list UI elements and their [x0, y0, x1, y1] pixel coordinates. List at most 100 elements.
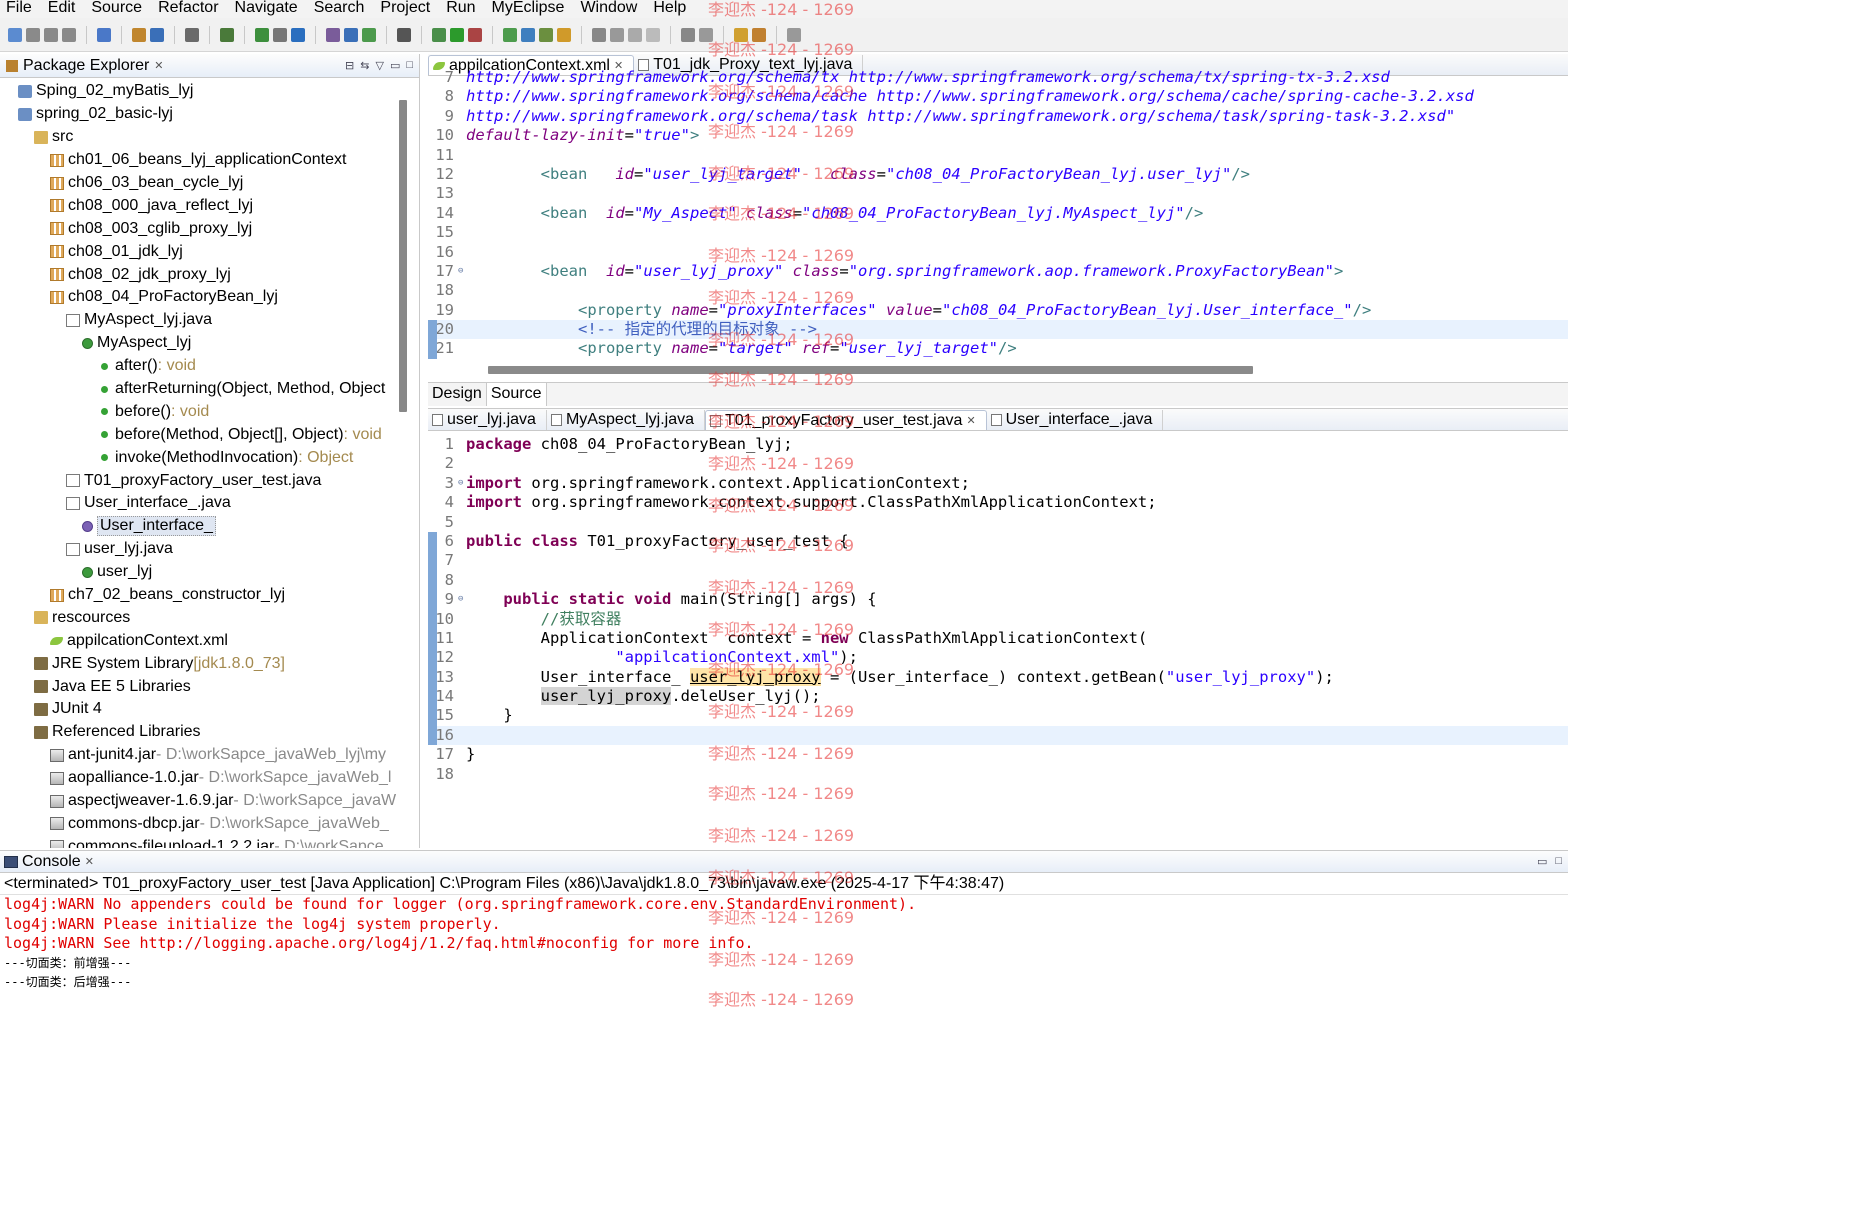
tree-item[interactable]: MyAspect_lyj.java [0, 309, 419, 332]
menu-project[interactable]: Project [374, 0, 440, 17]
editor-tab[interactable]: user_lyj.java [428, 410, 547, 430]
tree-item[interactable]: T01_proxyFactory_user_test.java [0, 469, 419, 492]
close-icon[interactable]: ✕ [154, 59, 163, 72]
toolbar-button-icon[interactable] [291, 27, 305, 42]
menu-help[interactable]: Help [647, 0, 696, 17]
tree-item[interactable]: after() : void [0, 355, 419, 378]
tree-item[interactable]: ch08_04_ProFactoryBean_lyj [0, 286, 419, 309]
toolbar-button-icon[interactable] [752, 27, 766, 42]
toolbar-button-icon[interactable] [503, 27, 517, 42]
menu-file[interactable]: File [0, 0, 42, 17]
tree-item[interactable]: User_interface_ [0, 515, 419, 538]
tree-item[interactable]: commons-fileupload-1.2.2.jar - D:\workSa… [0, 835, 419, 848]
toolbar-button-icon[interactable] [450, 27, 464, 42]
tree-item[interactable]: before() : void [0, 400, 419, 423]
tree-item[interactable]: Java EE 5 Libraries [0, 675, 419, 698]
editor-tab[interactable]: T01_proxyFactory_user_test.java ✕ [704, 410, 987, 430]
menu-search[interactable]: Search [308, 0, 375, 17]
toolbar-button-icon[interactable] [255, 27, 269, 42]
tree-item[interactable]: ch08_003_cglib_proxy_lyj [0, 217, 419, 240]
tree-item[interactable]: rescources [0, 606, 419, 629]
toolbar-button-icon[interactable] [8, 27, 22, 42]
toolbar-button-icon[interactable] [432, 27, 446, 42]
tree-item[interactable]: appilcationContext.xml [0, 629, 419, 652]
tree-item[interactable]: JRE System Library [jdk1.8.0_73] [0, 652, 419, 675]
tree-item[interactable]: JUnit 4 [0, 698, 419, 721]
toolbar-button-icon[interactable] [26, 27, 40, 42]
tree-item[interactable]: Sping_02_myBatis_lyj [0, 80, 419, 103]
toolbar-button-icon[interactable] [468, 27, 482, 42]
toolbar-button-icon[interactable] [539, 27, 553, 42]
toolbar-button-icon[interactable] [132, 27, 146, 42]
xml-horizontal-scrollbar[interactable] [488, 366, 1253, 374]
toolbar-button-icon[interactable] [734, 27, 748, 42]
toolbar-button-icon[interactable] [362, 27, 376, 42]
tree-item[interactable]: before(Method, Object[], Object) : void [0, 423, 419, 446]
toolbar-button-icon[interactable] [628, 27, 642, 42]
tree-item[interactable]: ch01_06_beans_lyj_applicationContext [0, 149, 419, 172]
view-menu-icon[interactable]: ▽ [375, 59, 383, 72]
fold-icon[interactable]: ⊖ [458, 590, 466, 609]
toolbar-button-icon[interactable] [344, 27, 358, 42]
close-icon[interactable]: ✕ [966, 414, 975, 427]
minimize-icon[interactable]: ▭ [390, 59, 400, 72]
tree-item[interactable]: Referenced Libraries [0, 721, 419, 744]
toolbar-button-icon[interactable] [397, 27, 411, 42]
fold-icon[interactable]: ⊖ [458, 262, 466, 281]
toolbar-button-icon[interactable] [681, 27, 695, 42]
menu-edit[interactable]: Edit [42, 0, 86, 17]
tree-item[interactable]: User_interface_.java [0, 492, 419, 515]
toolbar-button-icon[interactable] [62, 27, 76, 42]
tree-item[interactable]: ch08_000_java_reflect_lyj [0, 194, 419, 217]
menu-refactor[interactable]: Refactor [152, 0, 228, 17]
menu-window[interactable]: Window [574, 0, 647, 17]
tree-item[interactable]: ch7_02_beans_constructor_lyj [0, 584, 419, 607]
tree-item[interactable]: aspectjweaver-1.6.9.jar - D:\workSapce_j… [0, 790, 419, 813]
tree-item[interactable]: ch06_03_bean_cycle_lyj [0, 172, 419, 195]
link-with-editor-icon[interactable]: ⇆ [360, 59, 369, 72]
tree-item[interactable]: invoke(MethodInvocation) : Object [0, 446, 419, 469]
toolbar-button-icon[interactable] [557, 27, 571, 42]
toolbar-button-icon[interactable] [610, 27, 624, 42]
console-tab[interactable]: Console ✕ ▭ □ [0, 851, 1568, 873]
explorer-scrollbar[interactable] [399, 100, 407, 412]
toolbar-button-icon[interactable] [326, 27, 340, 42]
menu-myeclipse[interactable]: MyEclipse [486, 0, 575, 17]
tree-item[interactable]: MyAspect_lyj [0, 332, 419, 355]
minimize-icon[interactable]: ▭ [1537, 855, 1547, 868]
java-code-area[interactable]: 1 package ch08_04_ProFactoryBean_lyj; 2 3 ⊖ i… [428, 435, 1568, 784]
menu-source[interactable]: Source [85, 0, 152, 17]
maximize-icon[interactable]: □ [406, 59, 413, 72]
console-output[interactable]: log4j:WARN No appenders could be found f… [0, 895, 1568, 993]
maximize-icon[interactable]: □ [1555, 855, 1562, 868]
tree-item[interactable]: src [0, 126, 419, 149]
tab-source[interactable]: Source [486, 383, 547, 406]
package-explorer-tab[interactable]: Package Explorer ✕ ⊟ ⇆ ▽ ▭ □ [0, 54, 419, 78]
tree-item[interactable]: aopalliance-1.0.jar - D:\workSapce_javaW… [0, 767, 419, 790]
tree-item[interactable]: ant-junit4.jar - D:\workSapce_javaWeb_ly… [0, 744, 419, 767]
toolbar-button-icon[interactable] [44, 27, 58, 42]
collapse-all-icon[interactable]: ⊟ [345, 59, 354, 72]
toolbar-button-icon[interactable] [521, 27, 535, 42]
toolbar-button-icon[interactable] [185, 27, 199, 42]
editor-tab[interactable]: MyAspect_lyj.java [547, 410, 705, 430]
toolbar-button-icon[interactable] [646, 27, 660, 42]
tree-item[interactable]: user_lyj.java [0, 538, 419, 561]
tab-design[interactable]: Design [428, 383, 487, 406]
menu-run[interactable]: Run [440, 0, 485, 17]
tree-item[interactable]: afterReturning(Object, Method, Object [0, 378, 419, 401]
toolbar-button-icon[interactable] [699, 27, 713, 42]
toolbar-button-icon[interactable] [273, 27, 287, 42]
tree-item[interactable]: user_lyj [0, 561, 419, 584]
tree-item[interactable]: ch08_01_jdk_lyj [0, 240, 419, 263]
toolbar-button-icon[interactable] [150, 27, 164, 42]
tree-item[interactable]: ch08_02_jdk_proxy_lyj [0, 263, 419, 286]
menu-navigate[interactable]: Navigate [229, 0, 308, 17]
xml-code-area[interactable]: 7 http://www.springframework.org/schema/t… [428, 68, 1568, 359]
toolbar-button-icon[interactable] [592, 27, 606, 42]
editor-tab[interactable]: User_interface_.java [987, 410, 1164, 430]
toolbar-button-icon[interactable] [220, 27, 234, 42]
toolbar-button-icon[interactable] [787, 27, 801, 42]
tree-item[interactable]: commons-dbcp.jar - D:\workSapce_javaWeb_ [0, 813, 419, 836]
close-icon[interactable]: ✕ [85, 855, 94, 868]
